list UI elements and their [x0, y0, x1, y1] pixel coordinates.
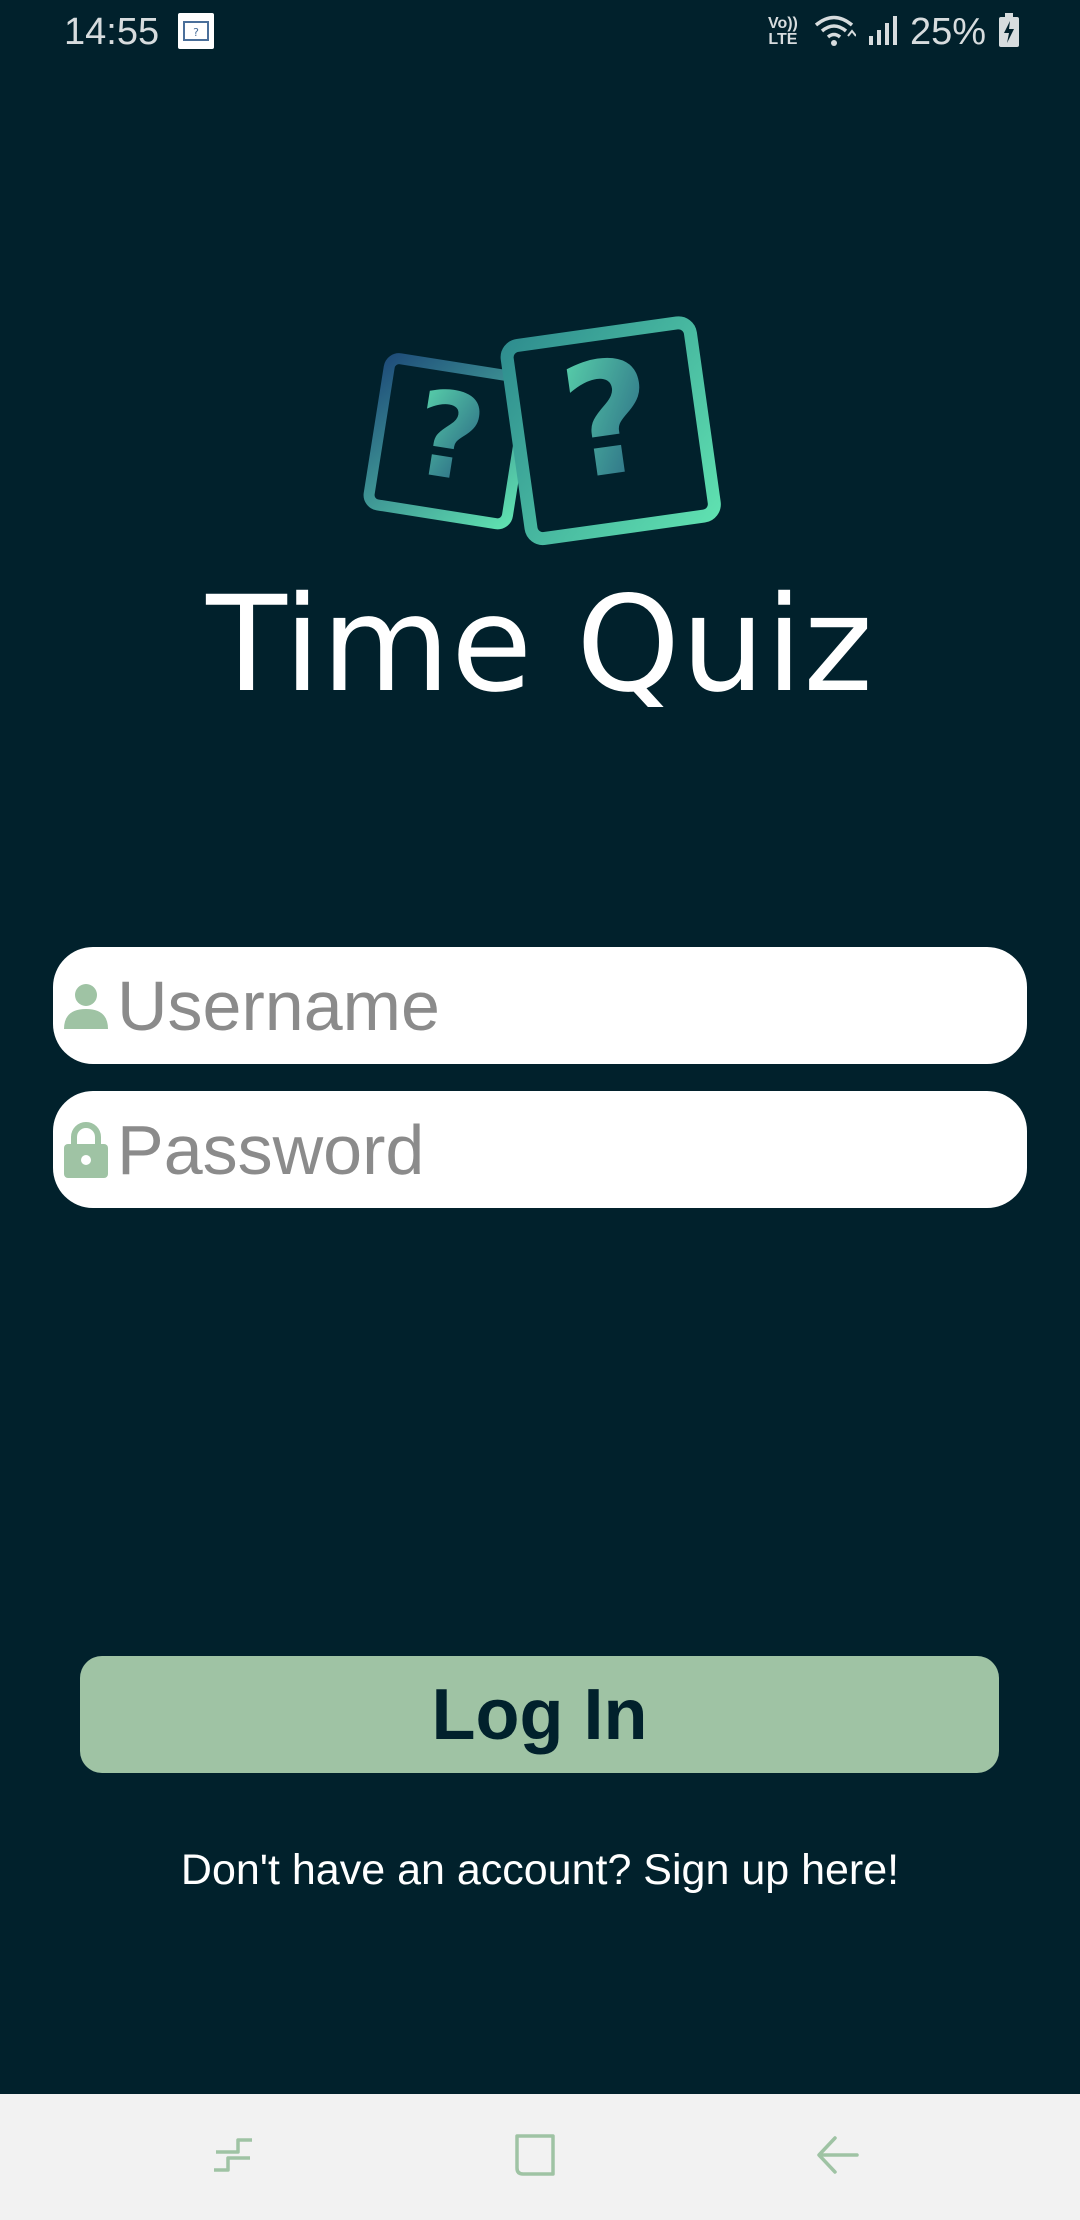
volte-label: Vo)): [767, 15, 798, 32]
status-icons: Vo)) LTE 25%: [766, 8, 1020, 56]
password-field[interactable]: [53, 1091, 1027, 1208]
signup-link[interactable]: Don't have an account? Sign up here!: [0, 1842, 1080, 1898]
login-button-label: Log In: [431, 1674, 648, 1755]
wifi-icon: [812, 12, 857, 53]
status-time: 14:55: [64, 11, 160, 53]
lock-icon: [63, 1120, 109, 1180]
recents-icon: [208, 2130, 258, 2185]
back-icon: [813, 2130, 863, 2185]
status-bar: 14:55 ? Vo)) LTE 25%: [0, 0, 1080, 64]
battery-charging-icon: [998, 12, 1020, 53]
username-input[interactable]: [117, 955, 997, 1056]
login-screen: 14:55 ? Vo)) LTE 25% ? ? Time Quiz Usern…: [0, 0, 1080, 2220]
user-icon: [63, 976, 109, 1036]
navigation-bar: [0, 2094, 1080, 2220]
app-title: Time Quiz: [206, 568, 874, 722]
question-cards-logo: ? ?: [348, 305, 732, 550]
volte-indicator: Vo)) LTE: [766, 16, 800, 48]
home-button[interactable]: [500, 2124, 570, 2190]
username-field[interactable]: [53, 947, 1027, 1064]
recents-button[interactable]: [198, 2124, 268, 2190]
svg-text:?: ?: [193, 26, 199, 39]
back-button[interactable]: [803, 2124, 873, 2190]
lte-label: LTE: [768, 31, 798, 48]
svg-text:?: ?: [405, 363, 494, 510]
password-input[interactable]: [117, 1099, 997, 1200]
notification-icon: ?: [178, 13, 214, 49]
battery-percent: 25%: [909, 11, 986, 53]
login-button[interactable]: Log In: [80, 1656, 999, 1773]
home-icon: [511, 2130, 559, 2185]
signal-icon: [868, 14, 898, 51]
